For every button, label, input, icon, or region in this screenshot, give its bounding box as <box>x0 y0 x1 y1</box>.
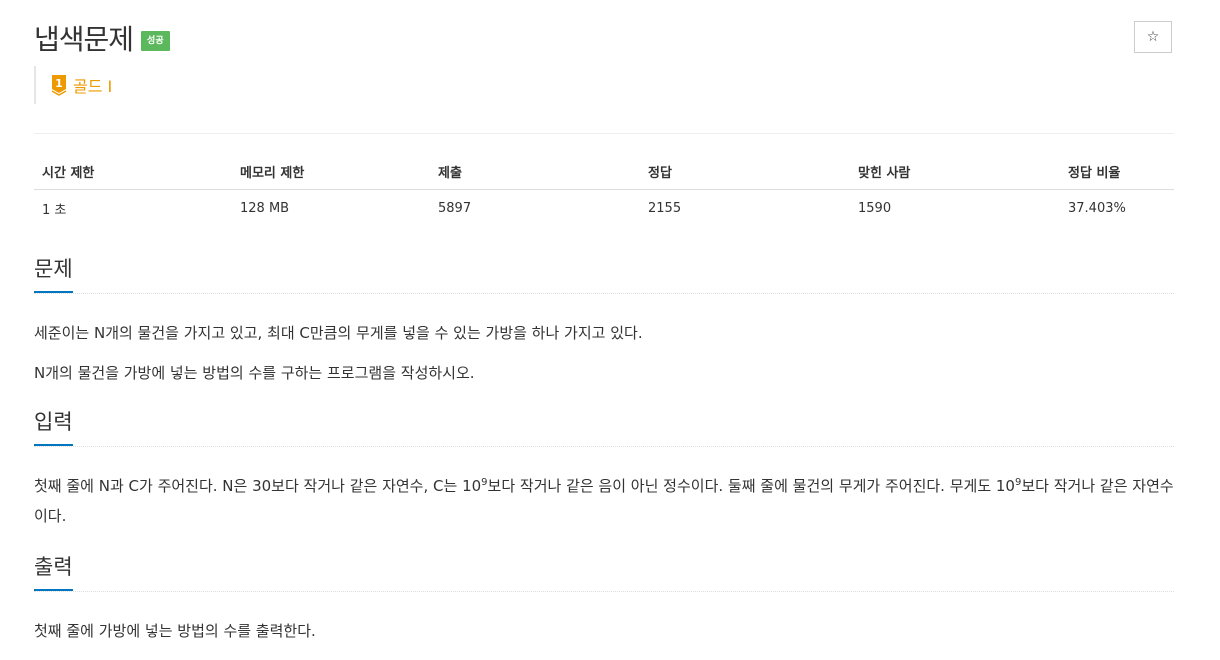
header-solved-users: 맞힌 사람 <box>850 157 1060 190</box>
problem-title: 냅색문제 <box>34 23 134 56</box>
divider <box>34 133 1174 134</box>
tier-number: 1 <box>55 77 63 90</box>
input-paragraph: 첫째 줄에 N과 C가 주어진다. N은 30보다 작거나 같은 자연수, C는… <box>34 471 1174 531</box>
tier-block: 1 골드 I <box>34 66 112 104</box>
title-row: 냅색문제 성공 <box>34 18 170 58</box>
header-time-limit: 시간 제한 <box>34 157 232 190</box>
accepted-value[interactable]: 2155 <box>640 190 850 228</box>
status-badge: 성공 <box>141 31 170 51</box>
star-icon: ☆ <box>1146 29 1160 45</box>
header-accepted: 정답 <box>640 157 850 190</box>
section-header: 문제 <box>34 255 1174 294</box>
section-title-problem: 문제 <box>34 255 73 293</box>
star-button[interactable]: ☆ <box>1134 21 1172 53</box>
section-title-output: 출력 <box>34 553 73 591</box>
input-section: 입력 첫째 줄에 N과 C가 주어진다. N은 30보다 작거나 같은 자연수,… <box>34 408 1174 531</box>
section-header: 입력 <box>34 408 1174 447</box>
header-submissions: 제출 <box>430 157 640 190</box>
section-title-input: 입력 <box>34 408 73 446</box>
problem-section: 문제 세준이는 N개의 물건을 가지고 있고, 최대 C만큼의 무게를 넣을 수… <box>34 255 1174 388</box>
header-memory-limit: 메모리 제한 <box>232 157 430 190</box>
problem-paragraph-2: N개의 물건을 가방에 넣는 방법의 수를 구하는 프로그램을 작성하시오. <box>34 364 475 382</box>
gold-tier-1-icon: 1 <box>51 75 67 96</box>
output-paragraph: 첫째 줄에 가방에 넣는 방법의 수를 출력한다. <box>34 622 316 640</box>
time-limit-value: 1 초 <box>42 203 67 218</box>
table-header-row: 시간 제한 메모리 제한 제출 정답 맞힌 사람 정답 비율 <box>34 157 1174 190</box>
table-row: 1 초 128 MB 5897 2155 1590 37.403% <box>34 190 1174 228</box>
submissions-value[interactable]: 5897 <box>430 190 640 228</box>
problem-info-table: 시간 제한 메모리 제한 제출 정답 맞힌 사람 정답 비율 1 초 128 M… <box>34 157 1174 227</box>
problem-paragraph-1: 세준이는 N개의 물건을 가지고 있고, 최대 C만큼의 무게를 넣을 수 있는… <box>34 324 643 342</box>
ratio-value: 37.403% <box>1068 201 1126 216</box>
memory-limit-value: 128 MB <box>240 201 290 216</box>
input-text-a: 첫째 줄에 N과 C가 주어진다. N은 30보다 작거나 같은 자연수, C는… <box>34 477 482 495</box>
input-text-b: 보다 작거나 같은 음이 아닌 정수이다. 둘째 줄에 물건의 무게가 주어진다… <box>487 477 1015 495</box>
output-section: 출력 첫째 줄에 가방에 넣는 방법의 수를 출력한다. <box>34 553 1174 646</box>
solved-users-value[interactable]: 1590 <box>850 190 1060 228</box>
header-ratio: 정답 비율 <box>1060 157 1174 190</box>
section-header: 출력 <box>34 553 1174 592</box>
tier-label[interactable]: 골드 I <box>73 73 112 97</box>
